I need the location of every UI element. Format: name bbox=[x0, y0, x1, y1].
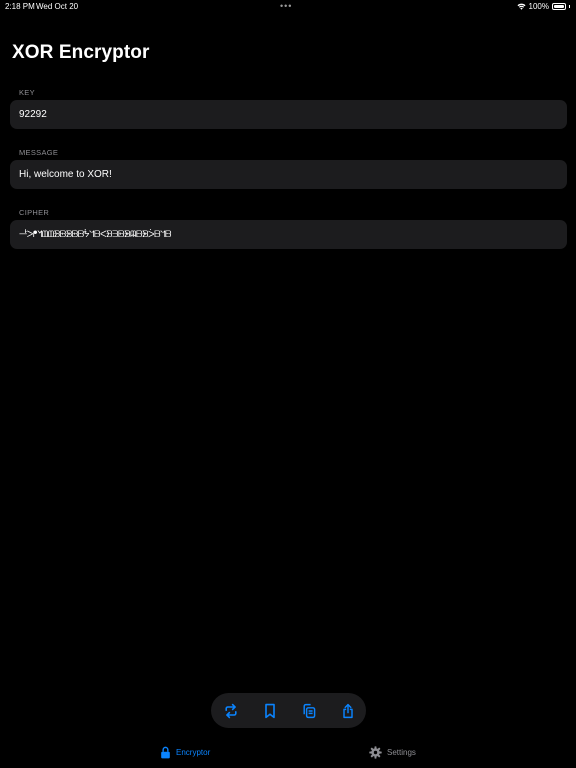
page-title: XOR Encryptor bbox=[12, 42, 150, 63]
status-bar: 2:18 PM Wed Oct 20 ••• 100% bbox=[0, 0, 576, 14]
status-date: Wed Oct 20 bbox=[36, 2, 79, 11]
wifi-icon bbox=[517, 3, 526, 10]
share-button[interactable] bbox=[338, 701, 358, 721]
key-value: 92292 bbox=[19, 109, 47, 120]
key-field[interactable]: 92292 bbox=[10, 100, 567, 129]
multitasking-dots[interactable]: ••• bbox=[280, 1, 292, 11]
key-label: KEY bbox=[19, 88, 35, 97]
message-value: Hi, welcome to XOR! bbox=[19, 169, 112, 180]
gear-icon bbox=[369, 746, 382, 759]
lock-icon bbox=[161, 746, 170, 759]
battery-percent: 100% bbox=[528, 2, 549, 11]
action-toolbar bbox=[211, 693, 366, 728]
copy-icon bbox=[303, 703, 316, 719]
status-time: 2:18 PM bbox=[5, 2, 35, 11]
battery-icon bbox=[552, 3, 566, 10]
tab-encryptor[interactable]: Encryptor bbox=[160, 746, 210, 759]
repeat-icon bbox=[225, 703, 237, 719]
message-field[interactable]: Hi, welcome to XOR! bbox=[10, 160, 567, 189]
tab-settings[interactable]: Settings bbox=[369, 746, 416, 759]
cipher-field[interactable]: ᆣᐳᖰᖿᗶᗶᗿᗸᗾᗸᗹᖭᖻᗹᐸᗽᗱᗸᗾᗼᗹᗾᐴᗹᖻᗹ bbox=[10, 220, 567, 249]
battery-fill bbox=[554, 5, 564, 8]
status-indicators: 100% bbox=[517, 2, 570, 11]
tab-encryptor-label: Encryptor bbox=[176, 748, 211, 757]
battery-tip bbox=[569, 5, 570, 8]
copy-button[interactable] bbox=[299, 701, 319, 721]
repeat-button[interactable] bbox=[221, 701, 241, 721]
cipher-value: ᆣᐳᖰᖿᗶᗶᗿᗸᗾᗸᗹᖭᖻᗹᐸᗽᗱᗸᗾᗼᗹᗾᐴᗹᖻᗹ bbox=[19, 229, 172, 239]
bookmark-icon bbox=[265, 703, 275, 719]
tab-settings-label: Settings bbox=[387, 748, 416, 757]
tab-bar: Encryptor Settings bbox=[0, 738, 576, 768]
share-icon bbox=[343, 703, 353, 719]
message-label: MESSAGE bbox=[19, 148, 59, 157]
cipher-label: CIPHER bbox=[19, 208, 50, 217]
bookmark-button[interactable] bbox=[260, 701, 280, 721]
